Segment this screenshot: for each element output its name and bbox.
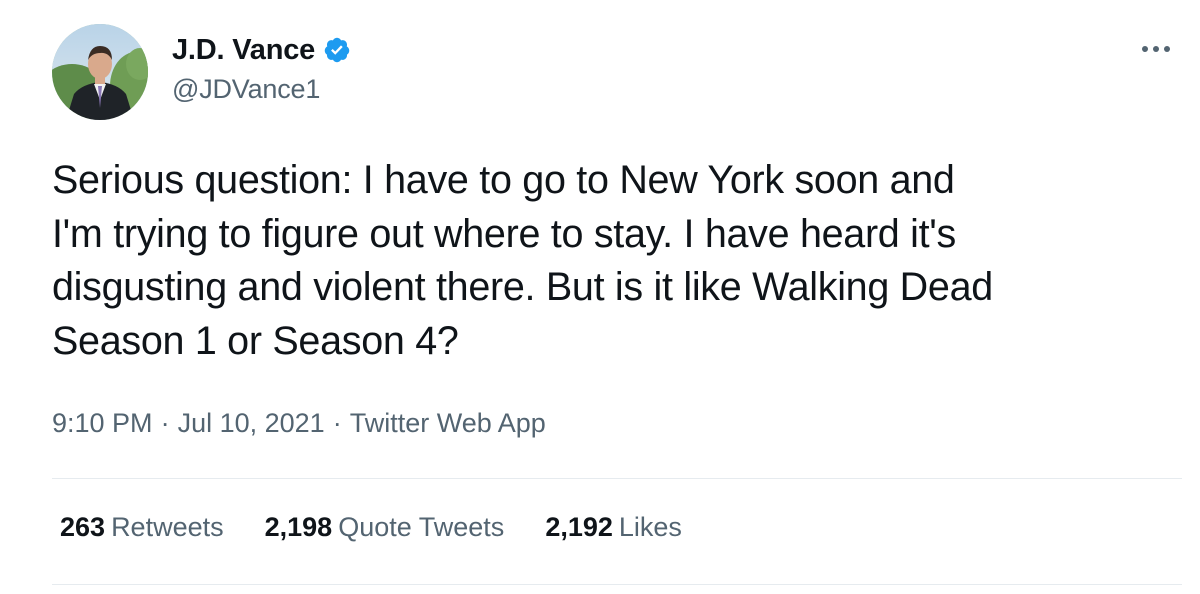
tweet-card: J.D. Vance @JDVance1 Serious question: I… bbox=[0, 0, 1200, 594]
avatar-photo bbox=[52, 24, 148, 120]
tweet-text: Serious question: I have to go to New Yo… bbox=[52, 158, 993, 363]
divider bbox=[52, 478, 1182, 479]
meta-separator: · bbox=[332, 408, 342, 438]
quote-tweets-count: 2,198 bbox=[264, 512, 333, 542]
avatar[interactable] bbox=[52, 24, 148, 120]
tweet-meta: 9:10 PM · Jul 10, 2021 · Twitter Web App bbox=[52, 408, 546, 439]
likes-stat[interactable]: 2,192 Likes bbox=[545, 512, 682, 543]
likes-label: Likes bbox=[618, 512, 682, 542]
tweet-time[interactable]: 9:10 PM bbox=[52, 408, 153, 439]
tweet-date[interactable]: Jul 10, 2021 bbox=[178, 408, 325, 439]
retweets-stat[interactable]: 263 Retweets bbox=[60, 512, 224, 543]
author-handle[interactable]: @JDVance1 bbox=[172, 74, 320, 105]
meta-separator: · bbox=[160, 408, 170, 438]
tweet-source[interactable]: Twitter Web App bbox=[350, 408, 546, 439]
retweets-label: Retweets bbox=[111, 512, 224, 542]
divider bbox=[52, 584, 1182, 585]
quote-tweets-stat[interactable]: 2,198 Quote Tweets bbox=[265, 512, 505, 543]
verified-badge-icon bbox=[323, 36, 351, 64]
tweet-stats: 263 Retweets 2,198 Quote Tweets 2,192 Likes bbox=[60, 512, 723, 543]
quote-tweets-label: Quote Tweets bbox=[338, 512, 505, 542]
retweets-count: 263 bbox=[60, 512, 106, 542]
author-display-name[interactable]: J.D. Vance bbox=[172, 34, 315, 67]
likes-count: 2,192 bbox=[545, 512, 613, 542]
more-options-icon[interactable] bbox=[1136, 34, 1176, 64]
author-name-row: J.D. Vance bbox=[172, 30, 351, 70]
